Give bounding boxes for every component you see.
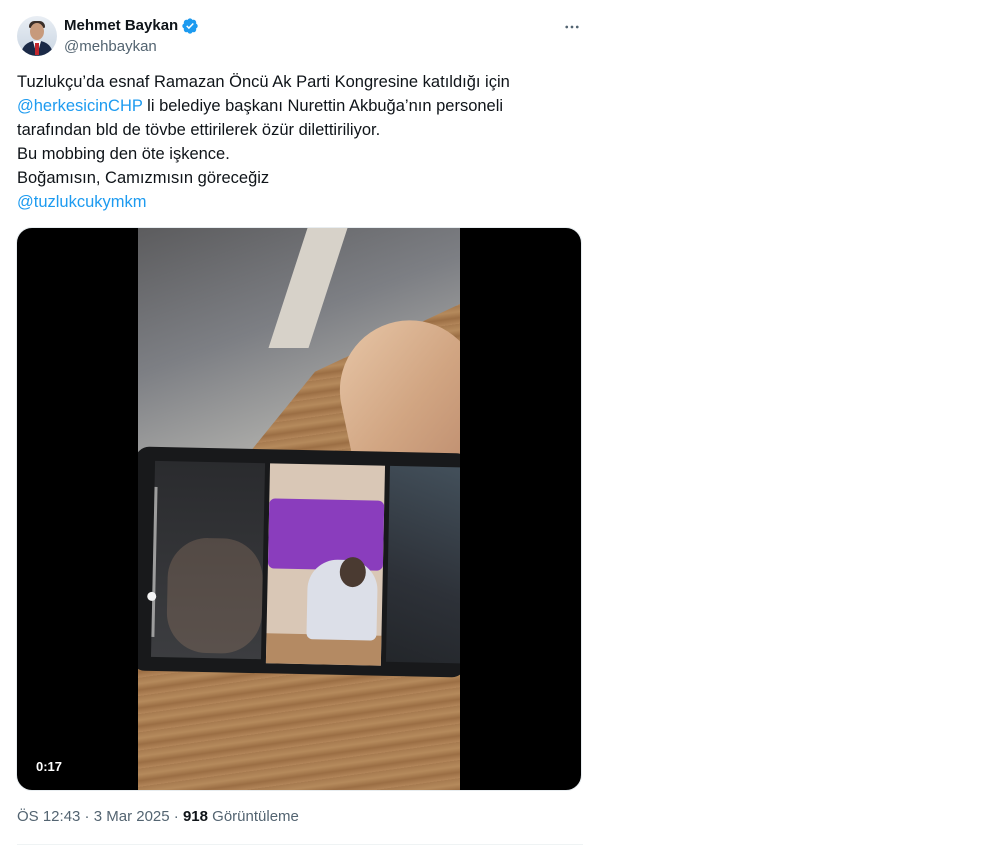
- author-name-row[interactable]: Mehmet Baykan: [64, 16, 199, 36]
- video-phone: [138, 446, 460, 678]
- meta-separator: ·: [169, 808, 183, 825]
- tweet-line-1: Tuzlukçu’da esnaf Ramazan Öncü Ak Parti …: [17, 73, 510, 91]
- tweet-line-4: Bu mobbing den öte işkence.: [17, 145, 230, 163]
- author-handle[interactable]: @mehbaykan: [64, 37, 157, 57]
- divider: [17, 844, 583, 845]
- video-frame[interactable]: [138, 228, 460, 790]
- video-player[interactable]: 0:17: [16, 227, 582, 791]
- tweet-line-3: tarafından bld de tövbe ettirilerek özür…: [17, 121, 381, 139]
- meta-separator: ·: [80, 808, 94, 825]
- views-label: Görüntüleme: [208, 808, 299, 825]
- tweet-line-2-text: li belediye başkanı Nurettin Akbuğa’nın …: [142, 97, 504, 115]
- phone-reflection: [166, 537, 264, 655]
- mention-link[interactable]: @herkesicinCHP: [17, 97, 143, 115]
- video-duration-badge: 0:17: [30, 757, 69, 777]
- more-horizontal-icon[interactable]: [560, 15, 584, 39]
- tweet-time[interactable]: ÖS 12:43: [17, 808, 80, 825]
- avatar-tie: [35, 43, 39, 55]
- views-count: 918: [182, 808, 208, 825]
- tweet-text: Tuzlukçu’da esnaf Ramazan Öncü Ak Parti …: [17, 70, 587, 214]
- phone-screen-right: [385, 465, 460, 664]
- tweet-line-5: Boğamısın, Camızmısın göreceğiz: [17, 169, 270, 187]
- inner-sofa: [267, 498, 385, 571]
- tweet-meta: ÖS 12:43 · 3 Mar 2025 · 918 Görüntüleme: [17, 807, 299, 827]
- tweet-line-2: @herkesicinCHP li belediye başkanı Nuret…: [17, 94, 587, 118]
- author-name[interactable]: Mehmet Baykan: [64, 16, 178, 36]
- tweet: Mehmet Baykan @mehbaykan Tuzlukçu’da esn…: [0, 0, 600, 847]
- tweet-line-6: @tuzlukcukymkm: [17, 190, 587, 214]
- verified-badge-icon[interactable]: [181, 17, 199, 35]
- avatar-face: [30, 23, 44, 40]
- tweet-date[interactable]: 3 Mar 2025: [94, 808, 170, 825]
- mention-link[interactable]: @tuzlukcukymkm: [17, 193, 147, 211]
- avatar[interactable]: [17, 16, 57, 56]
- phone-inner-video: [265, 463, 386, 666]
